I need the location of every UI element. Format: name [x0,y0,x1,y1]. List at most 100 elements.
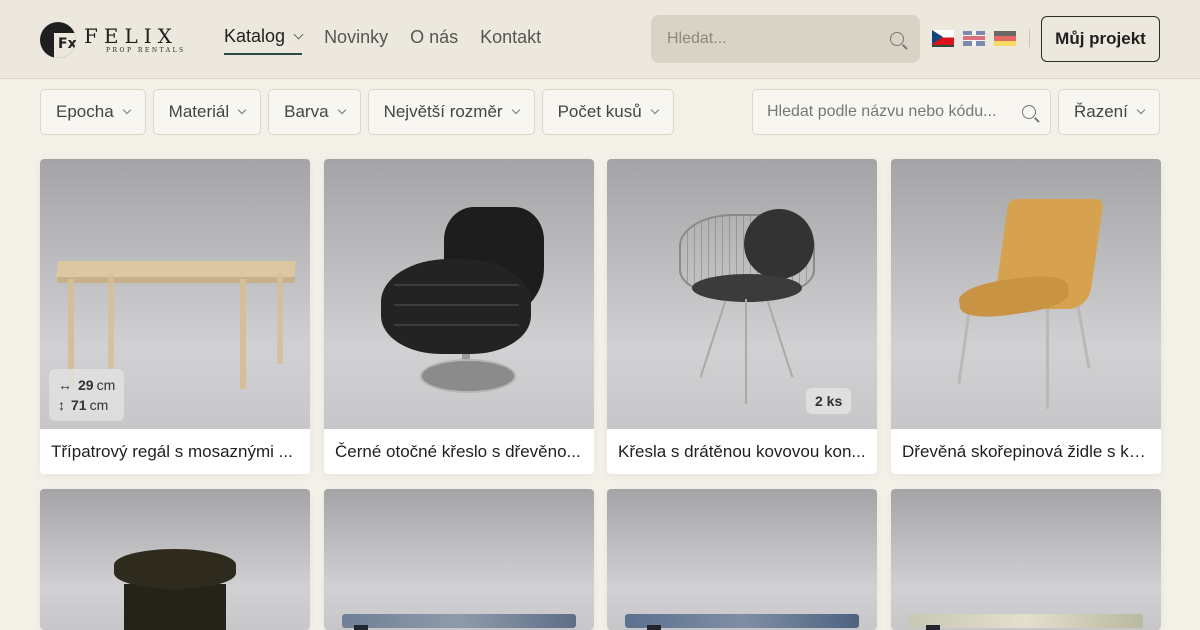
chevron-down-icon [237,105,247,115]
chevron-down-icon [511,105,520,115]
search-icon[interactable] [890,32,904,46]
filter-nejvetsi-rozmer[interactable]: Největší rozměr [367,89,535,135]
product-card[interactable]: 2 ks Křesla s drátěnou kovovou kon... [607,159,877,474]
product-title-text: Křesla s drátěnou kovovou kon... [618,441,866,461]
width-value: 29 [78,377,94,393]
logo[interactable]: Fx FELIX PROP RENTALS [40,20,186,60]
chair-leg [1046,304,1049,409]
filter-bar: Epocha Materiál Barva Největší rozměr Po… [40,89,681,135]
chair-stitch [394,304,519,306]
catalog-search-placeholder: Hledat podle názvu nebo kódu... [767,103,997,120]
product-image[interactable] [891,159,1161,429]
nav-item-o-nas[interactable]: O nás [410,27,458,54]
unit: cm [89,397,109,413]
main-nav: Katalog Novinky O nás Kontakt [224,26,563,55]
chair-leg [699,300,727,378]
sort-dropdown[interactable]: Řazení [1058,89,1160,135]
my-project-button[interactable]: Můj projekt [1041,16,1160,62]
chair-leg [745,299,747,404]
bench-leg [926,625,940,630]
filter-label: Počet kusů [557,102,642,121]
logo-tagline: PROP RENTALS [106,47,186,54]
filter-material[interactable]: Materiál [152,89,262,135]
chair-leg [766,300,794,378]
chevron-down-icon [1136,105,1146,115]
logo-mark: Fx [40,22,76,58]
site-header: Fx FELIX PROP RENTALS Katalog Novinky O … [0,0,1200,79]
flag-uk-icon[interactable] [963,30,985,46]
flag-cz-icon[interactable] [932,29,954,47]
product-image[interactable] [891,489,1161,630]
table-leg [240,279,246,389]
product-card[interactable] [40,489,310,630]
logo-mark-text: Fx [54,33,76,58]
chair-leg [957,304,972,384]
product-image[interactable] [607,489,877,630]
table-edge [57,277,295,283]
product-card[interactable]: ↔ 29 cm ↕ 71 cm Třípatrový regál s mosaznými… [40,159,310,474]
table-leg [108,274,114,369]
dimensions-badge: ↔ 29 cm ↕ 71 cm [49,369,125,421]
chair-seat [957,271,1071,322]
stool-base [124,584,226,630]
product-title[interactable]: Třípatrový regál s mosaznými ... [40,429,310,474]
product-card[interactable] [324,489,594,630]
product-card[interactable] [891,489,1161,630]
quantity-badge: 2 ks [806,388,852,414]
search-icon[interactable] [1022,105,1036,119]
bench-leg [647,625,661,630]
nav-item-kontakt[interactable]: Kontakt [480,27,541,54]
bench-illustration [342,614,576,628]
filter-barva[interactable]: Barva [268,89,361,135]
product-image[interactable]: 2 ks [607,159,877,429]
nav-item-novinky[interactable]: Novinky [324,27,388,54]
product-title-text: Černé otočné křeslo s dřevěno... [335,441,581,461]
product-image[interactable]: ↔ 29 cm ↕ 71 cm [40,159,310,429]
chair-base [420,359,516,393]
bench-leg [354,625,368,630]
flag-de-icon[interactable] [994,30,1016,46]
chevron-down-icon [650,105,659,115]
product-title[interactable]: Dřevěná skořepinová židle s ko... [891,429,1161,474]
product-card[interactable]: Dřevěná skořepinová židle s ko... [891,159,1161,474]
chair-seat [381,259,531,354]
filter-epocha[interactable]: Epocha [40,89,146,135]
chair-stitch [394,324,519,326]
divider [1029,29,1030,47]
logo-word: FELIX [84,24,178,48]
filter-label: Největší rozměr [383,102,503,121]
product-image[interactable] [324,489,594,630]
logo-text: FELIX PROP RENTALS [84,26,186,54]
nav-item-katalog[interactable]: Katalog [224,26,304,55]
height-value: 71 [71,397,87,413]
filter-label: Epocha [56,102,114,121]
product-title-text: Dřevěná skořepinová židle s ko... [902,441,1150,461]
product-image[interactable] [324,159,594,429]
nav-item-label: Katalog [224,26,286,46]
header-search-input[interactable]: Hledat... [651,15,920,63]
product-card[interactable]: Černé otočné křeslo s dřevěno... [324,159,594,474]
unit: cm [96,377,116,393]
chevron-down-icon [122,105,131,115]
product-card[interactable] [607,489,877,630]
width-row: ↔ 29 cm [58,377,116,393]
product-title[interactable]: Černé otočné křeslo s dřevěno... [324,429,594,474]
sort-label: Řazení [1074,102,1128,121]
language-switcher [932,29,1030,47]
stool-illustration [114,549,236,589]
chair-cushion [692,274,802,302]
table-leg [277,274,283,364]
chair-stitch [394,284,519,286]
catalog-search-input[interactable]: Hledat podle názvu nebo kódu... [752,89,1051,135]
filter-pocet-kusu[interactable]: Počet kusů [541,89,674,135]
filter-label: Materiál [168,102,230,121]
product-title-text: Třípatrový regál s mosaznými ... [51,441,293,461]
product-image[interactable] [40,489,310,630]
header-search-placeholder: Hledat... [667,30,727,47]
product-title[interactable]: Křesla s drátěnou kovovou kon... [607,429,877,474]
bench-illustration [909,614,1143,628]
height-row: ↕ 71 cm [58,397,109,413]
chevron-down-icon [293,29,304,40]
chevron-down-icon [337,105,346,115]
filter-label: Barva [284,102,329,121]
